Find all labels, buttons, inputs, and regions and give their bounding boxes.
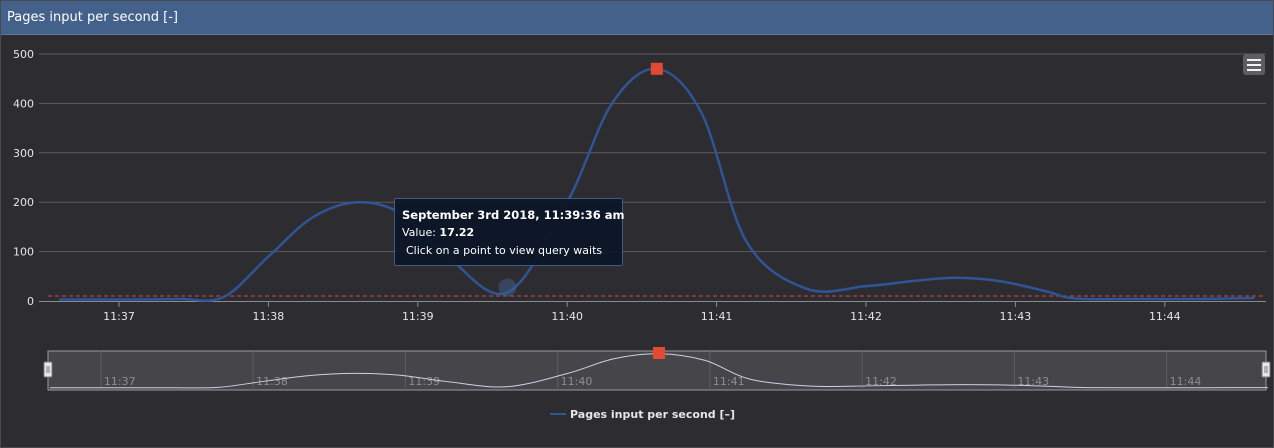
x-axis: 11:37 11:38 11:39 11:40 11:41 11:42 11:43 11:44 (39, 301, 1266, 323)
navigator-handle[interactable] (1261, 361, 1271, 378)
navigator-tick-label: 11:41 (713, 375, 745, 388)
legend[interactable]: Pages input per second [–] (550, 408, 735, 421)
y-tick-label: 300 (13, 147, 34, 160)
chart-menu-button[interactable] (1243, 54, 1265, 75)
legend-label: Pages input per second [–] (570, 408, 735, 421)
navigator[interactable]: 11:37 11:38 11:39 11:40 11:41 11:42 11:43 11:44 (43, 347, 1271, 391)
hover-point-halo (498, 278, 517, 297)
x-tick-label: 11:40 (551, 310, 583, 323)
chart-svg: 0100200300400500 11:37 11:38 11:39 11:40 11:… (13, 48, 1271, 421)
x-tick-label: 11:38 (253, 310, 285, 323)
navigator-tick-label: 11:44 (1170, 375, 1202, 388)
y-tick-label: 500 (13, 48, 34, 61)
y-tick-label: 400 (13, 97, 34, 110)
tooltip-value-row: Value: 17.22 (402, 226, 474, 239)
navigator-tick-label: 11:37 (104, 375, 136, 388)
x-tick-label: 11:44 (1149, 310, 1181, 323)
y-tick-label: 0 (27, 295, 34, 308)
y-tick-label: 200 (13, 196, 34, 209)
y-tick-label: 100 (13, 246, 34, 259)
hamburger-menu-icon (1247, 59, 1261, 61)
navigator-tick-label: 11:40 (561, 375, 593, 388)
tooltip-value-label: Value: (402, 226, 440, 239)
hamburger-menu-icon-bar (1247, 69, 1261, 71)
navigator-handle[interactable] (43, 361, 53, 378)
peak-marker[interactable] (650, 62, 663, 75)
tooltip-title: September 3rd 2018, 11:39:36 am (402, 208, 625, 222)
x-tick-label: 11:39 (402, 310, 434, 323)
x-tick-label: 11:43 (1000, 310, 1032, 323)
x-tick-label: 11:37 (103, 310, 135, 323)
tooltip-hint: Click on a point to view query waits (406, 244, 603, 257)
tooltip: September 3rd 2018, 11:39:36 am Value: 1… (394, 198, 625, 266)
tooltip-value: 17.22 (439, 226, 475, 239)
navigator-peak-marker (653, 347, 665, 359)
y-axis: 0 100 200 300 400 500 (13, 48, 34, 308)
grid-lines (39, 53, 1266, 253)
hamburger-menu-icon-bar (1247, 64, 1261, 66)
x-tick-label: 11:41 (701, 310, 733, 323)
x-tick-label: 11:42 (850, 310, 882, 323)
